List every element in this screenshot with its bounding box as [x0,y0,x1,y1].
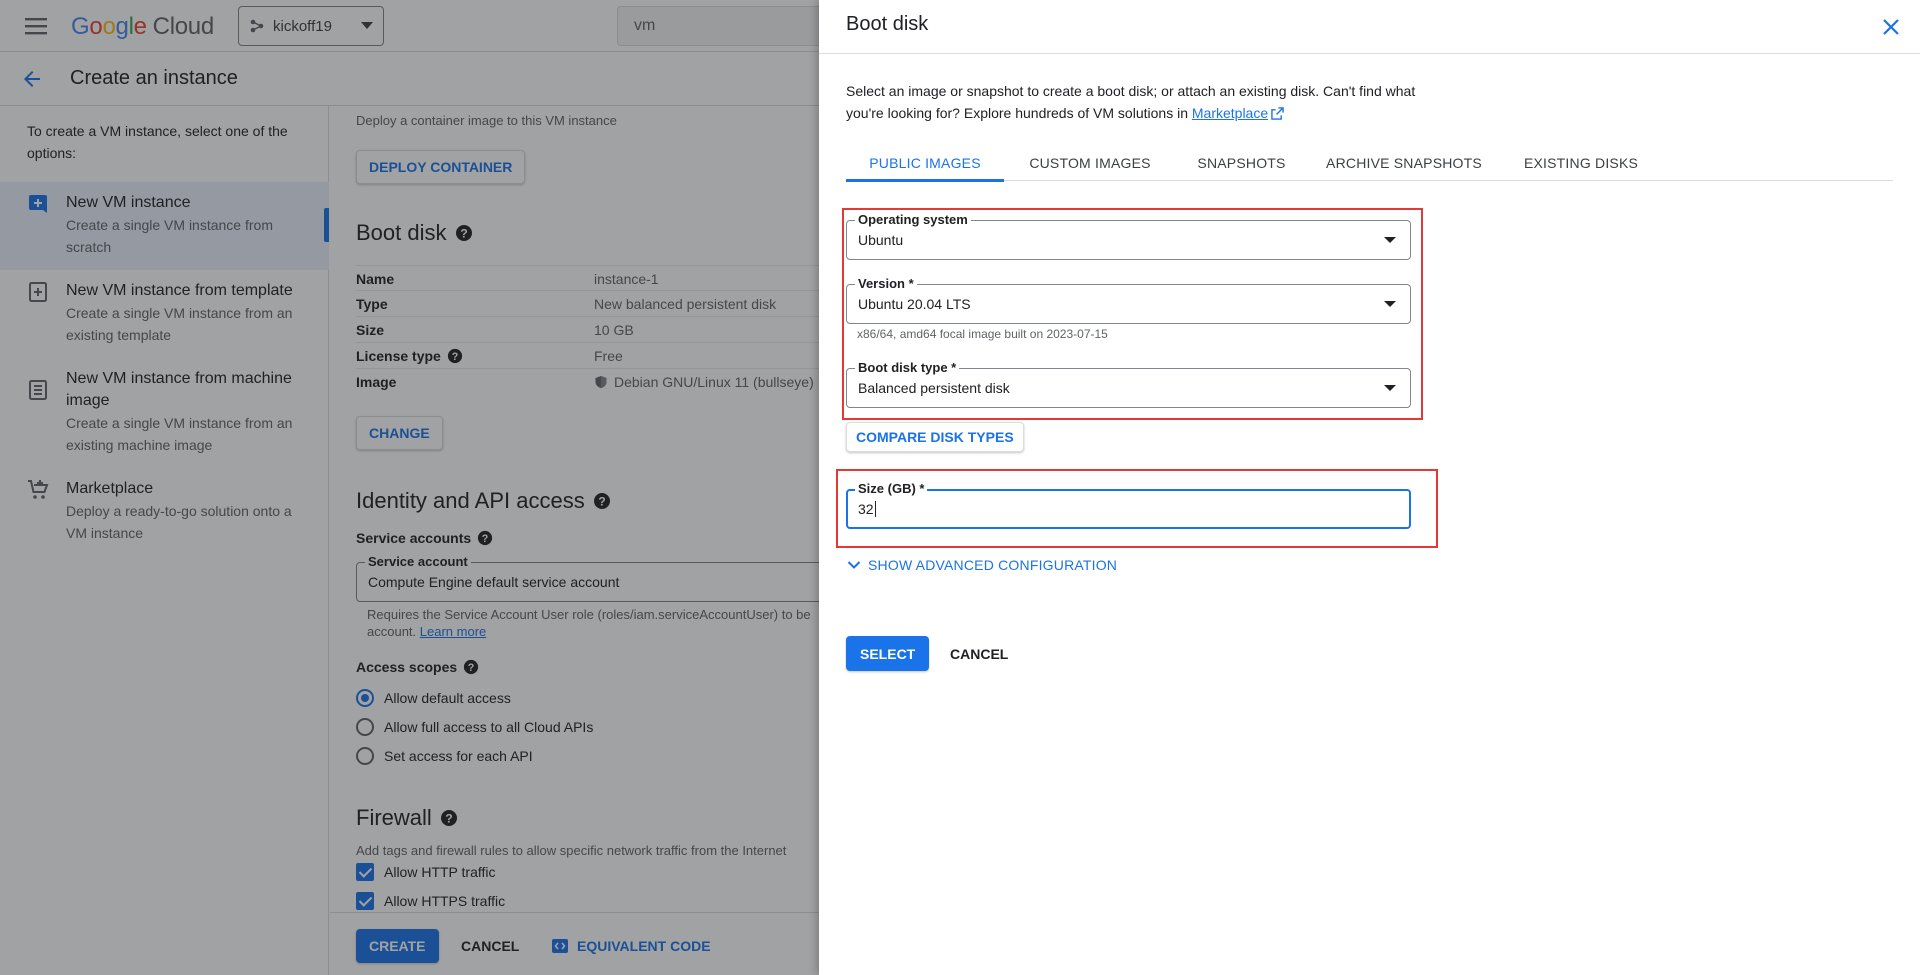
link-text: Marketplace [1191,105,1269,121]
boot-disk-panel: Boot disk Select an image or snapshot to… [819,0,1920,975]
external-link-icon [1271,106,1284,120]
field-label: Operating system [855,212,971,227]
field-label: Size (GB) * [855,481,928,496]
compare-disk-types-button[interactable]: COMPARE DISK TYPES [846,422,1024,452]
select-button[interactable]: SELECT [846,636,930,671]
chevron-down-icon [846,557,862,573]
dropdown-arrow-icon [1384,299,1396,309]
dropdown-arrow-icon [1384,235,1396,245]
panel-cancel-button[interactable]: CANCEL [950,636,1008,671]
marketplace-link[interactable]: Marketplace [1192,102,1284,124]
size-gb-input[interactable]: Size (GB) * 32 [846,481,1411,529]
field-label: Version * [855,276,917,291]
version-hint: x86/64, amd64 focal image built on 2023-… [857,327,1108,341]
close-icon[interactable] [1879,15,1903,39]
panel-title: Boot disk [846,13,929,35]
tab-public-images[interactable]: PUBLIC IMAGES [846,144,1004,182]
tab-existing-disks[interactable]: EXISTING DISKS [1501,144,1661,181]
button-label: SHOW ADVANCED CONFIGURATION [868,557,1118,573]
dropdown-arrow-icon [1384,383,1396,393]
field-value: 32 [858,501,874,517]
description-text: Select an image or snapshot to create a … [846,83,1416,121]
field-label: Boot disk type * [855,360,960,375]
tab-snapshots[interactable]: SNAPSHOTS [1176,144,1307,181]
field-value: Ubuntu [858,232,904,248]
field-value: Ubuntu 20.04 LTS [858,296,971,312]
version-select[interactable]: Version * Ubuntu 20.04 LTS [846,276,1411,324]
show-advanced-configuration-button[interactable]: SHOW ADVANCED CONFIGURATION [846,557,1117,573]
tab-custom-images[interactable]: CUSTOM IMAGES [1004,144,1176,181]
image-source-tabs: PUBLIC IMAGES CUSTOM IMAGES SNAPSHOTS AR… [846,144,1893,182]
boot-disk-type-select[interactable]: Boot disk type * Balanced persistent dis… [846,360,1411,408]
operating-system-select[interactable]: Operating system Ubuntu [846,212,1411,260]
tab-archive-snapshots[interactable]: ARCHIVE SNAPSHOTS [1307,144,1501,181]
field-value: Balanced persistent disk [858,380,1010,396]
panel-description: Select an image or snapshot to create a … [846,80,1426,124]
panel-header: Boot disk [819,0,1920,54]
